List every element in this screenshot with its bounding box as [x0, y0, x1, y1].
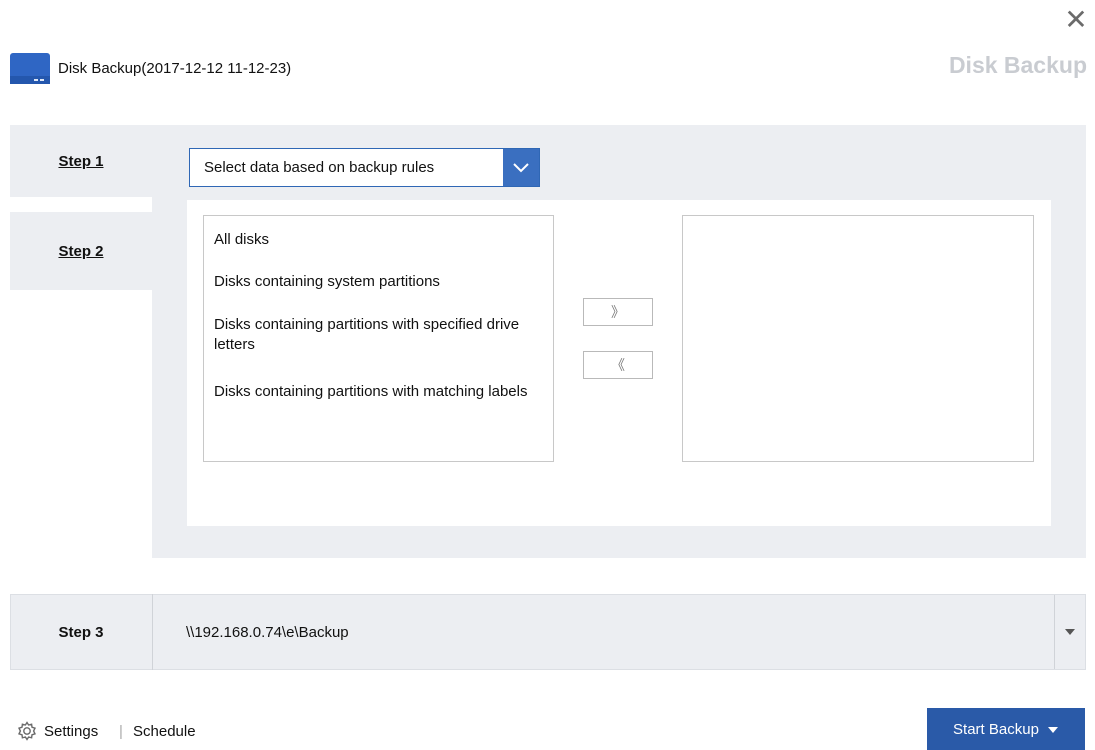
disk-icon: [10, 53, 50, 84]
selected-rules-list[interactable]: [682, 215, 1034, 462]
destination-dropdown-button[interactable]: [1054, 595, 1085, 669]
available-rules-list[interactable]: All disks Disks containing system partit…: [203, 215, 554, 462]
tab-step-2[interactable]: Step 2: [10, 212, 152, 290]
backup-rule-select-value: Select data based on backup rules: [204, 159, 435, 176]
backup-rule-select[interactable]: Select data based on backup rules: [189, 148, 540, 187]
settings-link[interactable]: Settings: [44, 723, 98, 740]
chevron-down-icon[interactable]: [503, 149, 539, 186]
step-3-bar: [10, 594, 1086, 670]
caret-down-icon: [1065, 629, 1075, 635]
tab-step-1[interactable]: Step 1: [10, 125, 152, 197]
list-item[interactable]: Disks containing partitions with specifi…: [214, 315, 534, 355]
add-rule-button[interactable]: 》: [583, 298, 653, 326]
close-icon[interactable]: ✕: [1062, 6, 1090, 34]
list-item[interactable]: Disks containing partitions with matchin…: [214, 382, 534, 402]
caret-down-icon: [1047, 721, 1059, 738]
list-item[interactable]: All disks: [214, 230, 534, 250]
footer-separator: |: [119, 723, 123, 740]
remove-rule-button[interactable]: 《: [583, 351, 653, 379]
steps-tab-column: Step 1 Step 2: [10, 125, 152, 558]
brand-title: Disk Backup: [948, 52, 1087, 78]
list-item[interactable]: Disks containing system partitions: [214, 272, 534, 292]
gear-icon[interactable]: [16, 720, 38, 742]
destination-path: \\192.168.0.74\e\Backup: [186, 624, 349, 641]
tab-step-3[interactable]: Step 3: [10, 594, 153, 670]
start-backup-button[interactable]: Start Backup: [927, 708, 1085, 750]
schedule-link[interactable]: Schedule: [133, 723, 196, 740]
start-backup-label: Start Backup: [953, 720, 1039, 738]
task-title: Disk Backup(2017-12-12 11-12-23): [58, 60, 292, 77]
